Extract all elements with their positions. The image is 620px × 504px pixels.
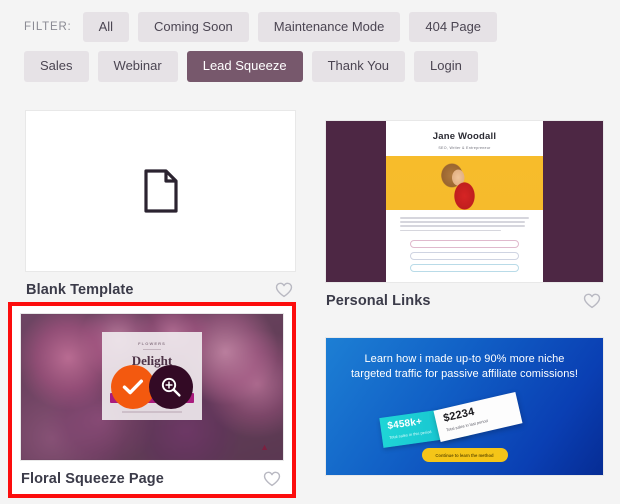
preview-person-name: Jane Woodall	[432, 131, 497, 142]
preview-text-line	[400, 229, 501, 232]
filter-button-lead-squeeze[interactable]: Lead Squeeze	[186, 51, 303, 82]
floral-squeeze-card-frame: FLOWERS Delight ▲	[20, 313, 284, 461]
filter-button-404-page[interactable]: 404 Page	[409, 12, 498, 43]
filter-button-maintenance-mode[interactable]: Maintenance Mode	[257, 12, 401, 43]
filter-button-sales[interactable]: Sales	[24, 51, 89, 82]
floral-squeeze-thumbnail: FLOWERS Delight ▲	[21, 314, 283, 460]
card-footer-blank: Blank Template	[25, 272, 296, 302]
filter-label: FILTER:	[24, 21, 72, 34]
template-grid: Blank Template Jane Woodall SEO, Writer …	[0, 96, 620, 504]
selection-highlight-border: FLOWERS Delight ▲ Floral Squeeze Page	[8, 302, 296, 498]
template-cell-affiliate: Learn how i made up-to 90% more niche ta…	[318, 299, 620, 504]
filter-row-1: FILTER: All Coming Soon Maintenance Mode…	[24, 12, 604, 43]
personal-links-thumbnail: Jane Woodall SEO, Writer & Entrepreneur	[326, 121, 603, 282]
magnifier-zoom-in-icon	[161, 377, 181, 397]
document-icon	[143, 169, 178, 213]
card-footer-floral-squeeze: Floral Squeeze Page	[20, 461, 284, 491]
preview-side-panel-left	[326, 121, 386, 282]
template-title-floral-squeeze: Floral Squeeze Page	[21, 471, 164, 487]
favorite-heart-icon-blank[interactable]	[275, 282, 293, 298]
preview-link-button	[409, 251, 520, 260]
preview-footer-line	[122, 411, 182, 413]
preview-person-subtitle: SEO, Writer & Entrepreneur	[438, 146, 491, 150]
filter-row-2: Sales Webinar Lead Squeeze Thank You Log…	[24, 51, 604, 82]
filter-button-all[interactable]: All	[82, 12, 130, 43]
check-icon	[122, 379, 143, 395]
preview-kicker: FLOWERS	[138, 341, 166, 346]
heart-icon	[263, 471, 281, 487]
preview-watermark: ▲	[260, 442, 269, 452]
blank-template-thumbnail	[26, 111, 295, 271]
filter-button-thank-you[interactable]: Thank You	[311, 51, 406, 82]
template-cell-blank: Blank Template	[0, 96, 318, 299]
template-title-blank: Blank Template	[26, 282, 134, 298]
preview-template-button[interactable]	[149, 365, 193, 409]
favorite-heart-icon-floral-squeeze[interactable]	[263, 471, 281, 487]
template-card-personal-links[interactable]: Jane Woodall SEO, Writer & Entrepreneur	[325, 120, 604, 283]
preview-link-buttons	[409, 239, 520, 276]
preview-link-button	[409, 263, 520, 272]
preview-text-line	[400, 217, 529, 219]
affiliate-thumbnail: Learn how i made up-to 90% more niche ta…	[326, 338, 603, 475]
preview-side-panel-right	[543, 121, 603, 282]
preview-headline: Learn how i made up-to 90% more niche ta…	[350, 353, 579, 380]
template-card-affiliate[interactable]: Learn how i made up-to 90% more niche ta…	[325, 337, 604, 476]
template-hover-actions	[111, 365, 193, 409]
filter-button-login[interactable]: Login	[414, 51, 478, 82]
preview-text-line	[400, 225, 525, 227]
filter-bar: FILTER: All Coming Soon Maintenance Mode…	[0, 0, 620, 92]
preview-person-photo	[386, 156, 543, 210]
template-cell-personal-links: Jane Woodall SEO, Writer & Entrepreneur	[318, 96, 620, 309]
preview-body-text	[400, 217, 529, 234]
preview-cta-button: Continue to learn the method	[421, 448, 508, 462]
preview-text-line	[400, 221, 525, 223]
preview-link-button	[409, 239, 520, 248]
template-card-blank[interactable]	[25, 110, 296, 272]
filter-button-webinar[interactable]: Webinar	[97, 51, 178, 82]
template-card-floral-squeeze[interactable]: FLOWERS Delight ▲ Floral Squeeze Page	[12, 306, 292, 491]
template-picker-page: FILTER: All Coming Soon Maintenance Mode…	[0, 0, 620, 504]
filter-button-coming-soon[interactable]: Coming Soon	[138, 12, 249, 43]
preview-divider	[143, 349, 161, 350]
preview-stat-card-secondary: $2234 Total sales in last period	[433, 391, 523, 443]
heart-icon	[275, 282, 293, 298]
template-cell-floral-squeeze: FLOWERS Delight ▲ Floral Squeeze Page	[0, 299, 318, 504]
preview-center-column: Jane Woodall SEO, Writer & Entrepreneur	[386, 121, 543, 282]
